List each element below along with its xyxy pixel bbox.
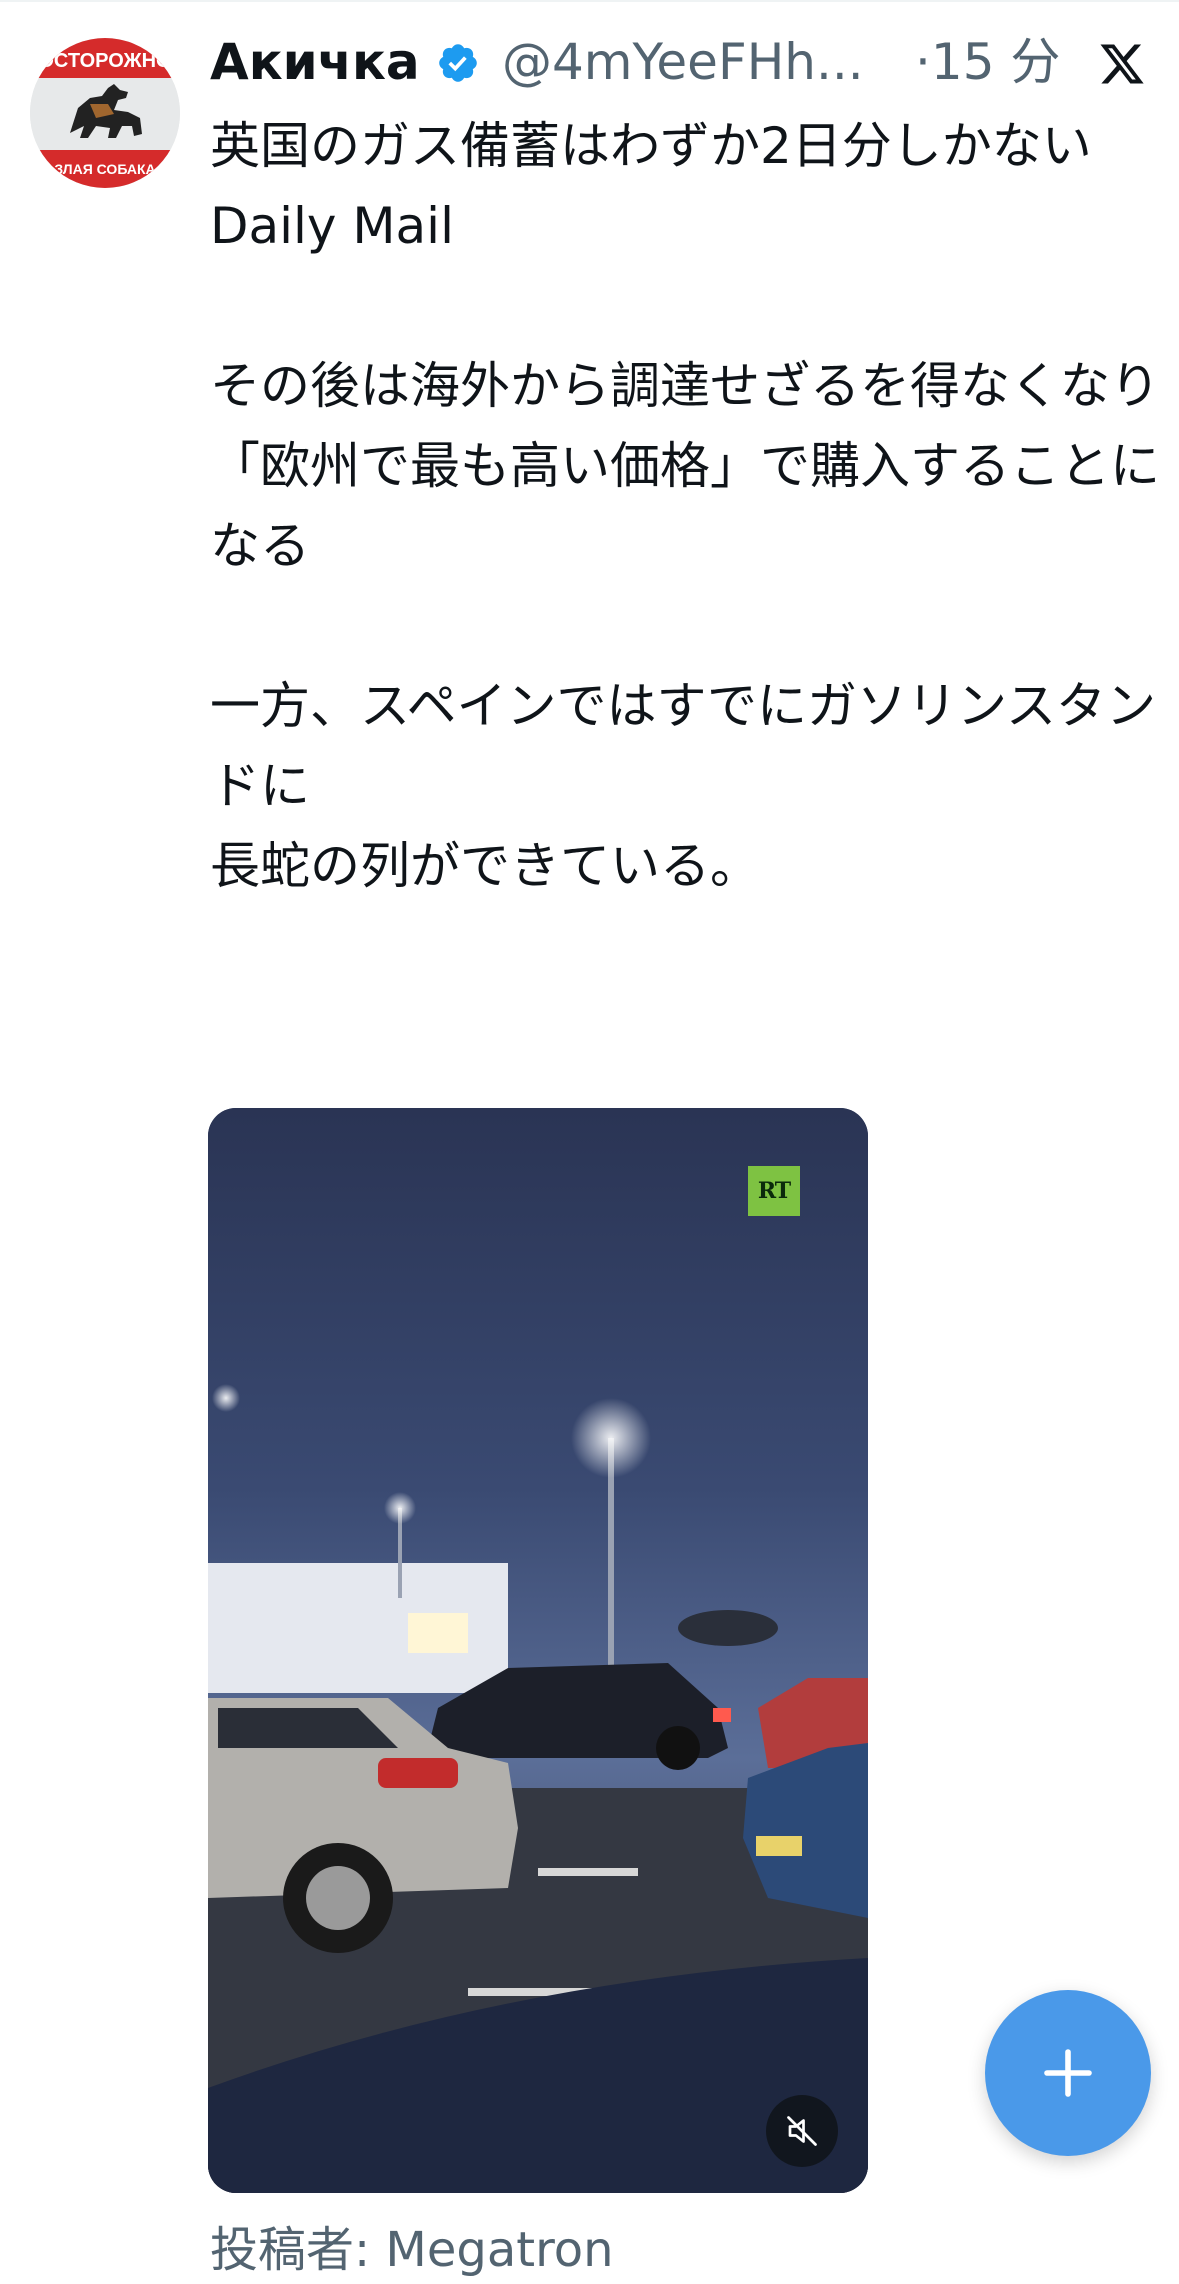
author-handle[interactable]: @4mYeeFHh...	[502, 30, 864, 94]
tweet-video[interactable]: RT	[208, 1108, 868, 2193]
tweet-timestamp[interactable]: ·15 分	[915, 30, 1060, 94]
separator: ·	[915, 33, 931, 91]
verified-badge-icon	[439, 44, 477, 82]
x-logo-icon	[1100, 44, 1144, 84]
rt-watermark-badge: RT	[748, 1166, 800, 1216]
author-name[interactable]: Акичка	[210, 30, 420, 94]
svg-text:ЗЛАЯ СОБАКА: ЗЛАЯ СОБАКА	[54, 161, 155, 177]
plus-icon	[1044, 2049, 1092, 2097]
speaker-muted-icon	[787, 2116, 817, 2146]
tweet-header: Акичка @4mYeeFHh... ·15 分	[210, 28, 1155, 98]
avatar[interactable]: ОСТОРОЖНО ЗЛАЯ СОБАКА	[30, 38, 180, 188]
mute-button[interactable]	[766, 2095, 838, 2167]
compose-button[interactable]	[985, 1990, 1151, 2156]
video-attribution[interactable]: 投稿者: Megatron	[210, 2218, 614, 2282]
top-divider	[0, 0, 1179, 2]
svg-text:ОСТОРОЖНО: ОСТОРОЖНО	[38, 50, 171, 72]
video-frame	[208, 1108, 868, 2193]
time-label: 15 分	[930, 33, 1061, 91]
tweet-text: 英国のガス備蓄はわずか2日分しかない Daily Mail その後は海外から調達…	[210, 117, 1160, 895]
